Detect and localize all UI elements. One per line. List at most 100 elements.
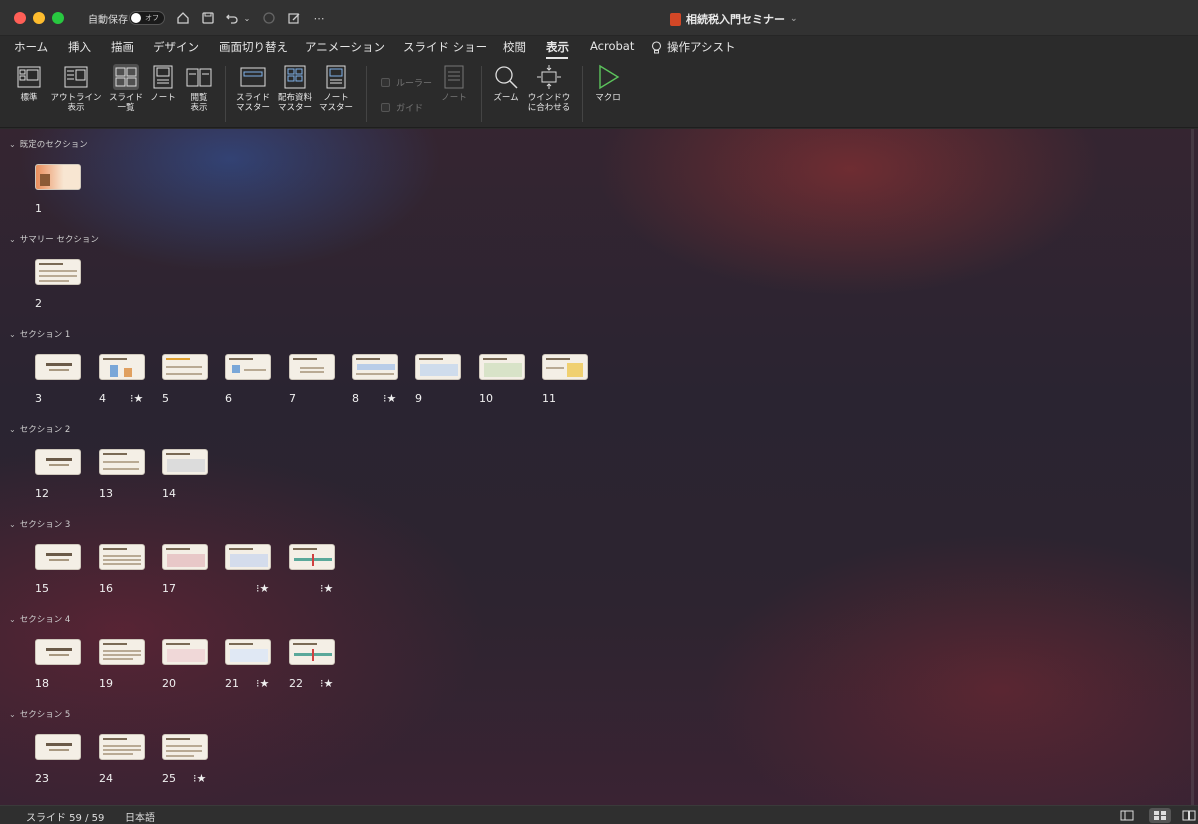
slide-thumbnail[interactable] — [35, 639, 81, 665]
reading-view-button[interactable]: 閲覧 表示 — [182, 64, 216, 113]
slide-number: 7 — [289, 392, 296, 405]
tab-design[interactable]: デザイン — [153, 39, 199, 55]
section-header[interactable]: ⌄ セクション 4 — [9, 613, 70, 626]
section-header[interactable]: ⌄ セクション 3 — [9, 518, 70, 531]
status-bar: スライド 59 / 59 日本語 — [0, 805, 1198, 824]
close-window-button[interactable] — [14, 12, 26, 24]
slide-thumbnail[interactable] — [99, 734, 145, 760]
zoom-button[interactable]: ズーム — [488, 64, 524, 103]
notes-page-button[interactable]: ノート — [147, 64, 179, 103]
slide-thumbnail[interactable] — [35, 354, 81, 380]
slide-thumbnail[interactable] — [162, 354, 208, 380]
slide-number: 20 — [162, 677, 176, 690]
ruler-checkbox[interactable]: ルーラー — [381, 76, 432, 89]
notes-page-label: ノート — [150, 93, 176, 103]
slide-thumbnail[interactable] — [162, 734, 208, 760]
slide-number: 25 — [162, 772, 176, 785]
home-icon[interactable] — [174, 9, 192, 27]
slide-thumbnail[interactable] — [99, 449, 145, 475]
outline-view-icon — [63, 64, 89, 90]
slide-thumbnail[interactable] — [35, 449, 81, 475]
section-header[interactable]: ⌄ 既定のセクション — [9, 138, 88, 151]
slide-thumbnail[interactable] — [415, 354, 461, 380]
tab-insert[interactable]: 挿入 — [68, 39, 91, 55]
slide-sorter-status-button[interactable] — [1149, 808, 1171, 823]
outline-view-button[interactable]: アウトライン 表示 — [48, 64, 104, 113]
animation-star-icon[interactable]: ⁝★ — [130, 392, 143, 405]
animation-star-icon[interactable]: ⁝★ — [383, 392, 396, 405]
slide-thumbnail[interactable] — [35, 259, 81, 285]
fit-to-window-button[interactable]: ウインドウ に合わせる — [525, 64, 573, 113]
slide-thumbnail[interactable] — [99, 544, 145, 570]
slide-sorter-area[interactable]: ⌄ 既定のセクション 1 ⌄ サマリー セクション 2 ⌄ セクション 1 3 … — [0, 129, 1198, 805]
slide-thumbnail[interactable] — [225, 354, 271, 380]
notes-master-button[interactable]: ノート マスター — [316, 64, 356, 113]
zoom-window-button[interactable] — [52, 12, 64, 24]
normal-view-button[interactable]: 標準 — [12, 64, 46, 103]
slide-thumbnail[interactable] — [479, 354, 525, 380]
slide-number: 3 — [35, 392, 42, 405]
section-header[interactable]: ⌄ セクション 2 — [9, 423, 70, 436]
chevron-down-icon: ⌄ — [9, 329, 16, 339]
tab-tell-me[interactable]: 操作アシスト — [651, 39, 736, 55]
slide-thumbnail[interactable] — [35, 734, 81, 760]
tab-draw[interactable]: 描画 — [111, 39, 134, 55]
checkbox-box — [381, 78, 390, 87]
slide-thumbnail[interactable] — [99, 639, 145, 665]
slide-thumbnail[interactable] — [289, 544, 335, 570]
vertical-scrollbar[interactable] — [1191, 129, 1194, 805]
language-indicator[interactable]: 日本語 — [125, 809, 155, 824]
animation-star-icon[interactable]: ⁝★ — [256, 582, 269, 595]
handout-master-button[interactable]: 配布資料 マスター — [275, 64, 315, 113]
minimize-window-button[interactable] — [33, 12, 45, 24]
slide-thumbnail[interactable] — [289, 354, 335, 380]
section-header[interactable]: ⌄ セクション 5 — [9, 708, 70, 721]
guides-checkbox[interactable]: ガイド — [381, 101, 423, 114]
macro-button[interactable]: マクロ — [590, 64, 626, 103]
tab-transitions[interactable]: 画面切り替え — [219, 39, 288, 55]
edit-icon[interactable] — [285, 9, 303, 27]
normal-view-status-button[interactable] — [1116, 808, 1138, 823]
slide-thumbnail[interactable] — [225, 544, 271, 570]
animation-star-icon[interactable]: ⁝★ — [256, 677, 269, 690]
handout-master-icon — [282, 64, 308, 90]
tab-view[interactable]: 表示 — [546, 39, 569, 55]
slide-thumbnail[interactable] — [35, 164, 81, 190]
slide-thumbnail[interactable] — [225, 639, 271, 665]
slide-master-icon — [240, 64, 266, 90]
tab-slideshow[interactable]: スライド ショー — [403, 39, 487, 55]
slide-master-button[interactable]: スライド マスター — [233, 64, 273, 113]
tab-animations[interactable]: アニメーション — [305, 39, 385, 55]
active-tab-indicator — [546, 57, 568, 59]
more-icon[interactable]: ⋯ — [310, 9, 328, 27]
section-header[interactable]: ⌄ セクション 1 — [9, 328, 70, 341]
autosave-toggle[interactable]: オフ — [129, 11, 165, 25]
save-icon[interactable] — [199, 9, 217, 27]
animation-star-icon[interactable]: ⁝★ — [320, 677, 333, 690]
tab-home[interactable]: ホーム — [14, 39, 48, 55]
normal-view-label: 標準 — [20, 93, 38, 103]
slide-thumbnail[interactable] — [99, 354, 145, 380]
slide-thumbnail[interactable] — [162, 449, 208, 475]
slide-thumbnail[interactable] — [352, 354, 398, 380]
animation-star-icon[interactable]: ⁝★ — [320, 582, 333, 595]
reading-view-status-button[interactable] — [1180, 808, 1198, 823]
document-title[interactable]: 相続税入門セミナー ⌄ — [670, 11, 798, 27]
slide-thumbnail[interactable] — [289, 639, 335, 665]
autosave-label: 自動保存 — [88, 15, 128, 26]
undo-dropdown-icon[interactable]: ⌄ — [241, 9, 253, 27]
slide-sorter-button[interactable]: スライド 一覧 — [107, 64, 145, 113]
slide-thumbnail[interactable] — [162, 639, 208, 665]
tab-acrobat[interactable]: Acrobat — [590, 39, 634, 53]
animation-star-icon[interactable]: ⁝★ — [193, 772, 206, 785]
notes-pane-button[interactable]: ノート — [438, 64, 470, 103]
undo-icon[interactable] — [223, 9, 241, 27]
slide-thumbnail[interactable] — [35, 544, 81, 570]
slide-thumbnail[interactable] — [162, 544, 208, 570]
tab-review[interactable]: 校閲 — [503, 39, 526, 55]
slide-thumbnail[interactable] — [542, 354, 588, 380]
normal-view-icon — [16, 64, 42, 90]
section-header[interactable]: ⌄ サマリー セクション — [9, 233, 99, 246]
redo-icon[interactable] — [260, 9, 278, 27]
slide-number: 9 — [415, 392, 422, 405]
